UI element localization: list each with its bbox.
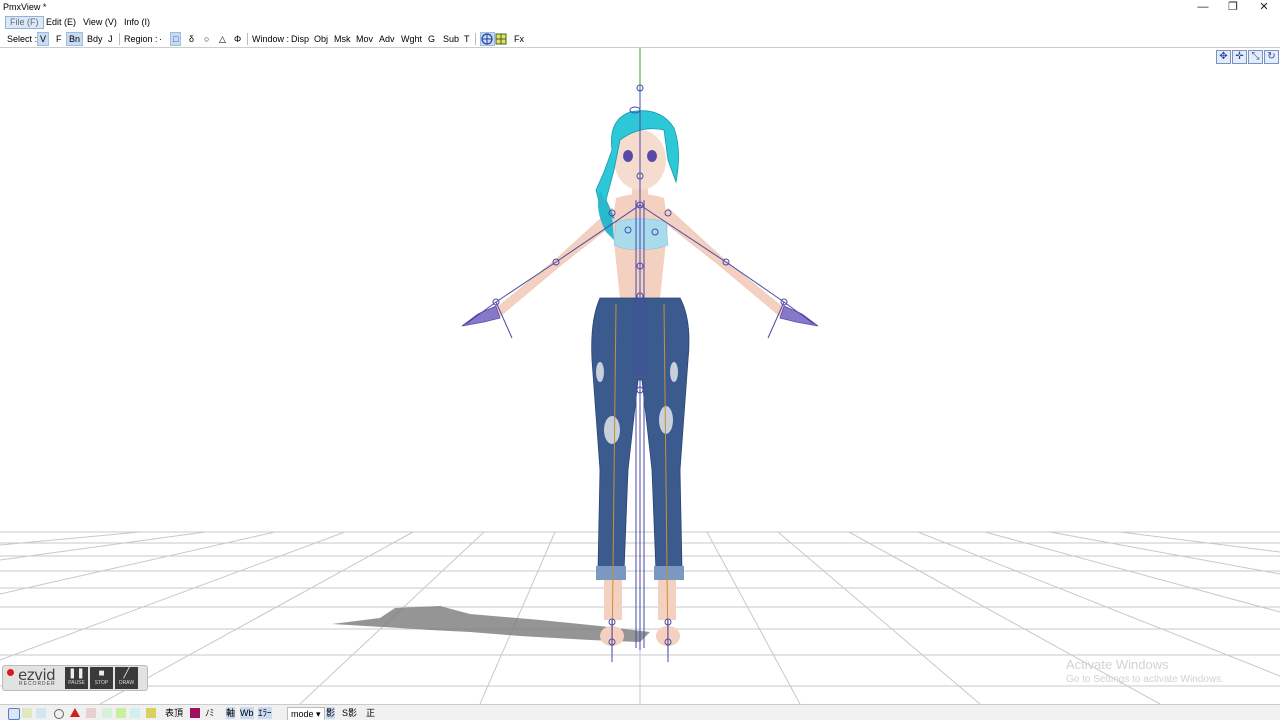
axis-toggle[interactable]: 軸 xyxy=(226,707,236,719)
expression-toggle[interactable]: 表頂 xyxy=(165,707,183,719)
window-msk-button[interactable]: Msk xyxy=(332,33,353,45)
scene-canvas[interactable] xyxy=(0,48,1280,704)
restore-button[interactable]: ❐ xyxy=(1218,0,1248,15)
mode-dropdown-value: mode xyxy=(291,709,314,719)
toggle-nomi[interactable]: ﾉﾐ xyxy=(205,707,214,719)
region-delta-button[interactable]: δ xyxy=(187,33,196,45)
ezvid-logo-sub: RECORDER xyxy=(19,681,56,687)
toolbar-separator xyxy=(119,33,120,45)
window-title: PmxView * xyxy=(3,2,47,12)
toolbar: Select : V F Bn Bdy J Region : · □ δ ○ △… xyxy=(0,31,1280,48)
bone-icon[interactable] xyxy=(146,708,156,718)
3d-viewport[interactable] xyxy=(0,48,1280,704)
error-toggle[interactable]: ｴﾗｰ xyxy=(258,707,272,719)
draw-button[interactable]: ╱ DRAW xyxy=(115,667,138,689)
select-joint-button[interactable]: J xyxy=(106,33,115,45)
select-vertex-button[interactable]: V xyxy=(37,32,50,46)
texture-icon[interactable] xyxy=(36,708,46,718)
window-disp-button[interactable]: Disp xyxy=(289,33,311,45)
title-bar: PmxView * — ❐ ✕ xyxy=(0,0,1280,15)
normal-icon[interactable] xyxy=(130,708,140,718)
ezvid-recorder-widget[interactable]: ezvid RECORDER ❚❚ PAUSE ■ STOP ╱ DRAW xyxy=(2,665,148,691)
view-navigation-icons: ✥ ✛ ⤡ ↻ xyxy=(1216,50,1280,64)
window-adv-button[interactable]: Adv xyxy=(377,33,397,45)
wire-icon[interactable] xyxy=(102,708,112,718)
region-triangle-button[interactable]: △ xyxy=(217,33,228,45)
light-icon[interactable] xyxy=(22,708,32,718)
global-axis-icon[interactable] xyxy=(480,32,495,46)
select-body-button[interactable]: Bdy xyxy=(85,33,105,45)
front-view-button[interactable]: 正 xyxy=(366,707,375,719)
view-mode-icon[interactable] xyxy=(8,708,20,720)
fx-button[interactable]: Fx xyxy=(512,33,526,45)
grid-toggle-icon[interactable] xyxy=(495,33,508,45)
select-label: Select : xyxy=(7,34,38,44)
watermark-title: Activate Windows xyxy=(1066,657,1169,672)
menu-info[interactable]: Info (I) xyxy=(120,17,154,28)
region-point-button[interactable]: · xyxy=(157,33,164,45)
menu-edit[interactable]: Edit (E) xyxy=(42,17,80,28)
wb-toggle[interactable]: Wb xyxy=(240,707,254,719)
watermark-subtitle: Go to Settings to activate Windows. xyxy=(1066,674,1224,685)
toolbar-separator xyxy=(247,33,248,45)
self-shadow-toggle[interactable]: S影 xyxy=(342,707,357,719)
menu-bar: File (F) Edit (E) View (V) Info (I) xyxy=(0,15,1280,30)
window-wght-button[interactable]: Wght xyxy=(399,33,424,45)
zoom-view-icon[interactable]: ⤡ xyxy=(1248,50,1263,64)
menu-file[interactable]: File (F) xyxy=(5,16,44,29)
toolbar-separator xyxy=(475,33,476,45)
record-indicator-icon xyxy=(7,669,14,676)
window-sub-button[interactable]: Sub xyxy=(441,33,461,45)
vertex-icon[interactable] xyxy=(116,708,126,718)
region-label: Region : xyxy=(124,34,158,44)
window-obj-button[interactable]: Obj xyxy=(312,33,330,45)
triangle-icon[interactable] xyxy=(70,708,80,717)
pause-button[interactable]: ❚❚ PAUSE xyxy=(65,667,88,689)
minimize-button[interactable]: — xyxy=(1188,0,1218,15)
close-button[interactable]: ✕ xyxy=(1249,0,1279,15)
region-circle-button[interactable]: ○ xyxy=(202,33,211,45)
region-rect-button[interactable]: □ xyxy=(170,32,182,46)
rotate-view-icon[interactable]: ↻ xyxy=(1264,50,1279,64)
select-face-button[interactable]: F xyxy=(54,33,64,45)
menu-view[interactable]: View (V) xyxy=(79,17,121,28)
mode-dropdown[interactable]: mode ▾ xyxy=(287,707,325,720)
window-g-button[interactable]: G xyxy=(426,33,437,45)
material-icon[interactable] xyxy=(86,708,96,718)
window-mov-button[interactable]: Mov xyxy=(354,33,375,45)
pan-view-icon[interactable]: ✛ xyxy=(1232,50,1247,64)
stop-button[interactable]: ■ STOP xyxy=(90,667,113,689)
color-swatch[interactable] xyxy=(190,708,200,718)
window-t-button[interactable]: T xyxy=(462,33,472,45)
window-label: Window : xyxy=(252,34,290,44)
draw-icon: ╱ xyxy=(123,668,130,679)
activate-windows-watermark: Activate Windows Go to Settings to activ… xyxy=(1066,657,1224,685)
circle-icon[interactable] xyxy=(54,709,64,719)
bottom-toolbar: 表頂 ﾉﾐ 軸 Wb ｴﾗｰ mode ▾ 影 S影 正 xyxy=(0,704,1280,720)
stop-icon: ■ xyxy=(98,668,105,679)
bone-overlay[interactable] xyxy=(465,84,815,662)
shadow-toggle[interactable]: 影 xyxy=(326,707,336,719)
pause-icon: ❚❚ xyxy=(68,668,85,679)
move-view-icon[interactable]: ✥ xyxy=(1216,50,1231,64)
select-bone-button[interactable]: Bn xyxy=(66,32,84,46)
region-phi-button[interactable]: Φ xyxy=(232,33,243,45)
